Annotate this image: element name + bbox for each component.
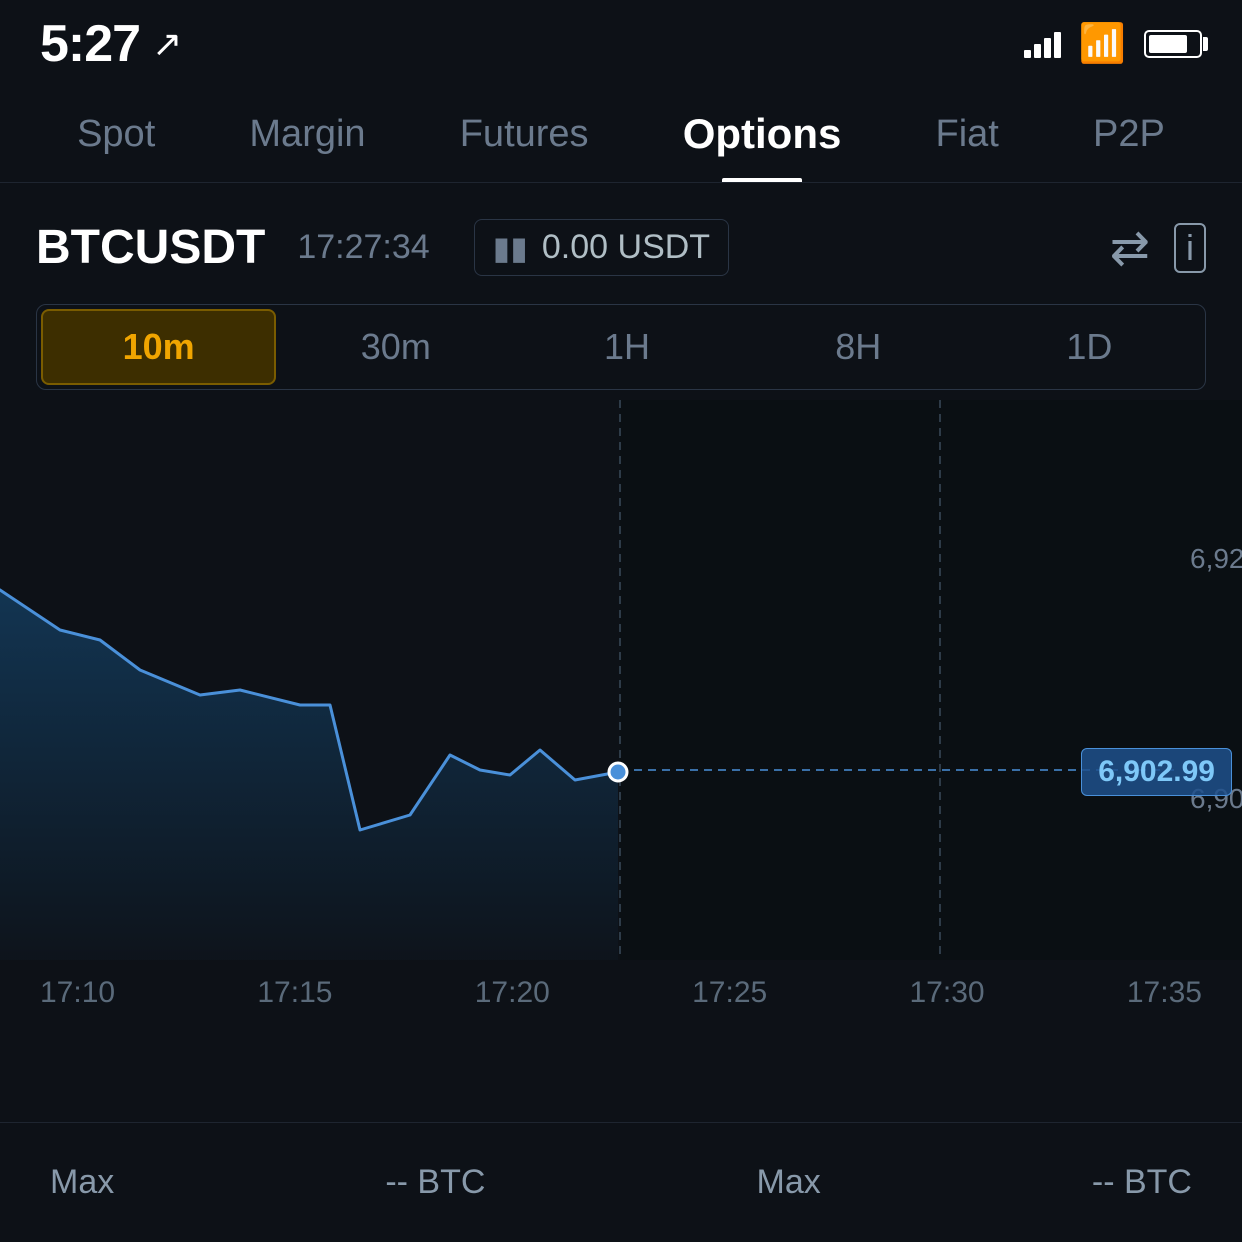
tab-options[interactable]: Options [683,100,842,182]
transfer-icon[interactable]: ⇄ [1110,220,1150,276]
time-btn-1d[interactable]: 1D [974,305,1205,389]
balance-value: 0.00 USDT [542,228,710,267]
time-label-1: 17:10 [40,976,115,1010]
time-btn-10m[interactable]: 10m [41,309,276,385]
bottom-btc-right: -- BTC [1092,1163,1192,1202]
time-axis: 17:10 17:15 17:20 17:25 17:30 17:35 [0,960,1242,1030]
price-chart[interactable]: 6,920.00 6,900.00 6,902.99 [0,400,1242,960]
time-label-6: 17:35 [1127,976,1202,1010]
status-icons: 📶 [1024,22,1202,66]
time-display: 5:27 [40,14,140,74]
navigation-tabs: Spot Margin Futures Options Fiat P2P [0,80,1242,183]
status-time: 5:27 ↗ [40,14,181,74]
bottom-right-label: Max [757,1163,821,1202]
time-label-4: 17:25 [692,976,767,1010]
status-bar: 5:27 ↗ 📶 [0,0,1242,80]
info-icon[interactable]: i [1174,223,1206,273]
time-selector: 10m 30m 1H 8H 1D [36,304,1206,390]
current-price-badge: 6,902.99 [1081,748,1232,796]
bottom-bar: Max -- BTC Max -- BTC [0,1122,1242,1242]
time-label-5: 17:30 [910,976,985,1010]
tab-futures[interactable]: Futures [460,103,589,180]
wallet-icon: ▮▮ [493,229,528,267]
bottom-left-label: Max [50,1163,114,1202]
tab-spot[interactable]: Spot [77,103,155,180]
trading-pair: BTCUSDT [36,220,265,275]
time-btn-1h[interactable]: 1H [511,305,742,389]
location-icon: ↗ [152,23,181,65]
battery-icon [1144,30,1202,58]
bottom-left-value: -- BTC [385,1163,485,1202]
header-actions: ⇄ i [1110,220,1206,276]
bottom-max-right: Max [757,1163,821,1202]
header-timestamp: 17:27:34 [297,228,429,267]
signal-strength-icon [1024,30,1061,58]
bottom-right-value: -- BTC [1092,1163,1192,1202]
balance-container: ▮▮ 0.00 USDT [474,219,729,276]
header-row: BTCUSDT 17:27:34 ▮▮ 0.00 USDT ⇄ i [0,183,1242,296]
tab-p2p[interactable]: P2P [1093,103,1165,180]
tab-fiat[interactable]: Fiat [936,103,999,180]
time-label-2: 17:15 [257,976,332,1010]
bottom-btc-left: -- BTC [385,1163,485,1202]
time-label-3: 17:20 [475,976,550,1010]
tab-margin[interactable]: Margin [249,103,365,180]
time-btn-8h[interactable]: 8H [743,305,974,389]
wifi-icon: 📶 [1079,22,1126,66]
time-btn-30m[interactable]: 30m [280,305,511,389]
bottom-max-left: Max [50,1163,114,1202]
svg-text:6,920.00: 6,920.00 [1190,543,1242,574]
